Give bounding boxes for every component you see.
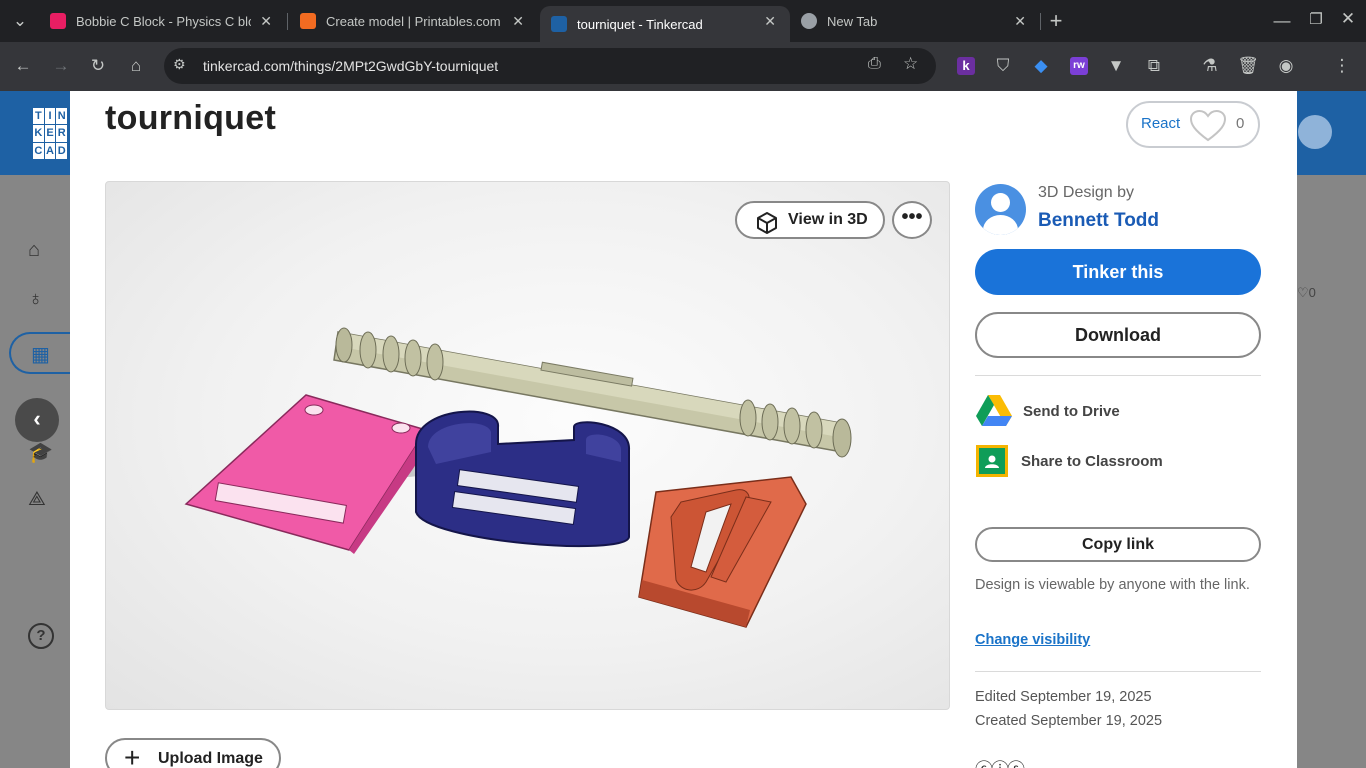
back-icon[interactable]: ← — [11, 54, 35, 78]
chrome-icon — [801, 13, 817, 29]
tab-title: Bobbie C Block - Physics C bloc — [76, 13, 251, 29]
graduation-cap-icon[interactable]: 🎓 — [28, 440, 54, 466]
divider — [975, 671, 1261, 672]
right-backdrop: ♡0 — [1297, 175, 1366, 768]
designs-nav-item[interactable]: ▦ — [9, 332, 79, 374]
tab-title: New Tab — [827, 13, 878, 29]
tinker-this-button[interactable]: Tinker this — [975, 249, 1261, 295]
tab-groups-icon[interactable]: ⚗ — [1198, 54, 1222, 78]
created-date: Created September 19, 2025 — [975, 713, 1163, 729]
tourniquet-model-render — [184, 327, 852, 628]
tab-title: Create model | Printables.com — [326, 13, 501, 29]
visibility-note: Design is viewable by anyone with the li… — [975, 577, 1250, 593]
edited-date: Edited September 19, 2025 — [975, 689, 1152, 705]
orange-plate — [638, 476, 807, 628]
browser-tab-strip: ⌄ Bobbie C Block - Physics C bloc ✕ Crea… — [0, 0, 1366, 42]
more-options-button[interactable]: ••• — [892, 201, 932, 239]
tab-search-icon[interactable]: ⌄ — [8, 9, 32, 33]
browser-tab-1[interactable]: Bobbie C Block - Physics C bloc ✕ — [36, 0, 286, 42]
view-in-3d-label: View in 3D — [788, 211, 868, 228]
home-icon[interactable]: ⌂ — [124, 54, 148, 78]
design-byline: 3D Design by — [1038, 184, 1135, 201]
author-link[interactable]: Bennett Todd — [1038, 210, 1159, 232]
restore-icon[interactable]: ❐ — [1304, 7, 1328, 31]
upload-image-label: Upload Image — [158, 750, 263, 767]
heart-icon — [1190, 110, 1226, 142]
browser-toolbar: ← → ↻ ⌂ ⚙ tinkercad.com/things/2MPt2GwdG… — [0, 42, 1366, 91]
page-title: tourniquet — [105, 99, 277, 137]
apple-icon[interactable]: ♁ — [28, 288, 54, 314]
grid-icon: ▦ — [31, 344, 50, 366]
url-text[interactable]: tinkercad.com/things/2MPt2GwdGbY-tourniq… — [203, 58, 498, 74]
help-icon[interactable]: ? — [28, 623, 54, 649]
react-label: React — [1141, 115, 1181, 132]
extensions-puzzle-icon[interactable]: ⧉ — [1142, 54, 1166, 78]
tab-separator — [1040, 13, 1041, 30]
extension-shield-icon[interactable]: ⛉ — [991, 54, 1015, 78]
extension-k-icon[interactable]: k — [954, 54, 978, 78]
browser-tab-3[interactable]: tourniquet - Tinkercad ✕ — [540, 6, 790, 42]
send-to-drive-label: Send to Drive — [1023, 403, 1120, 420]
upload-image-button[interactable]: + Upload Image — [105, 738, 281, 768]
browser-tab-2[interactable]: Create model | Printables.com ✕ — [288, 0, 538, 42]
extension-rw-icon[interactable]: rw — [1067, 54, 1091, 78]
trash-icon[interactable]: 🗑 — [1236, 54, 1260, 78]
likes-backdrop-icon: ♡0 — [1297, 285, 1316, 300]
address-bar[interactable]: ⚙ tinkercad.com/things/2MPt2GwdGbY-tourn… — [164, 48, 936, 84]
chart-icon[interactable]: ⟁ — [28, 488, 54, 514]
cube-icon — [757, 212, 777, 234]
minimize-icon[interactable]: — — [1270, 9, 1294, 33]
share-to-classroom-label: Share to Classroom — [1021, 453, 1163, 470]
tab-title: tourniquet - Tinkercad — [577, 16, 703, 32]
window-close-icon[interactable]: ✕ — [1336, 7, 1360, 31]
screenshot-icon[interactable]: ◉ — [1274, 54, 1298, 78]
home-icon[interactable]: ⌂ — [28, 239, 54, 265]
favicon-icon — [50, 13, 66, 29]
site-info-icon[interactable]: ⚙ — [173, 56, 186, 73]
react-button[interactable]: React 0 — [1126, 101, 1260, 148]
divider — [975, 375, 1261, 376]
menu-icon[interactable]: ⋮ — [1330, 54, 1354, 78]
close-icon[interactable]: ✕ — [764, 13, 776, 30]
reload-icon[interactable]: ↻ — [86, 54, 110, 78]
author-avatar[interactable] — [975, 184, 1026, 235]
download-button[interactable]: Download — [975, 312, 1261, 358]
install-app-icon[interactable]: ⎙ — [868, 55, 881, 73]
share-to-classroom-button[interactable]: Share to Classroom — [975, 444, 1261, 478]
favicon-icon — [551, 16, 567, 32]
close-icon[interactable]: ✕ — [512, 13, 524, 30]
creative-commons-license-icon[interactable]: ⓒⓘⓢ — [975, 756, 1025, 768]
tinkercad-logo[interactable]: T I N K E R C A D — [33, 108, 67, 159]
navy-clip — [415, 410, 631, 548]
design-detail-panel: tourniquet React 0 View in 3D ••• + Uplo… — [70, 91, 1297, 768]
favicon-icon — [300, 13, 316, 29]
google-classroom-icon — [976, 445, 1008, 477]
new-tab-icon[interactable]: + — [1044, 8, 1068, 33]
browser-tab-4[interactable]: New Tab ✕ — [790, 0, 1040, 42]
design-preview-image[interactable]: View in 3D ••• — [105, 181, 950, 710]
send-to-drive-button[interactable]: Send to Drive — [975, 394, 1261, 428]
user-avatar[interactable] — [1298, 115, 1332, 149]
plus-icon: + — [124, 742, 141, 768]
page-viewport: T I N K E R C A D ⌂ ♁ ▦ 🎓 ⟁ ? ♡0 tourniq… — [0, 91, 1366, 768]
forward-icon[interactable]: → — [49, 54, 73, 78]
copy-link-button[interactable]: Copy link — [975, 527, 1261, 562]
change-visibility-link[interactable]: Change visibility — [975, 632, 1090, 648]
google-drive-icon — [976, 395, 1012, 426]
pink-buckle — [184, 394, 446, 554]
react-count: 0 — [1236, 115, 1245, 132]
back-arrow-button[interactable]: ‹ — [15, 398, 59, 442]
close-icon[interactable]: ✕ — [1014, 13, 1026, 30]
view-in-3d-button[interactable]: View in 3D — [735, 201, 885, 239]
close-icon[interactable]: ✕ — [260, 13, 272, 30]
extension-diamond-icon[interactable]: ◆ — [1029, 54, 1053, 78]
bookmark-star-icon[interactable]: ☆ — [903, 54, 918, 74]
extension-vpn-icon[interactable]: ▼ — [1104, 54, 1128, 78]
left-nav-backdrop: ⌂ ♁ ▦ 🎓 ⟁ ? — [0, 175, 79, 768]
